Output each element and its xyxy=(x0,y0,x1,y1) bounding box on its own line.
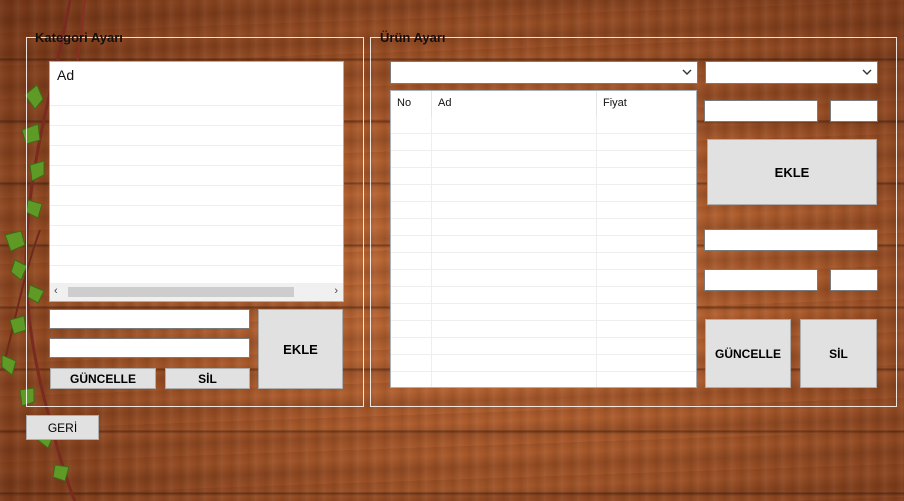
urun-sil-button[interactable]: SİL xyxy=(800,319,877,388)
scroll-right-icon[interactable]: › xyxy=(334,285,338,297)
urun-name-input[interactable] xyxy=(704,100,818,122)
urun-edit-name-input[interactable] xyxy=(704,269,818,291)
table-row xyxy=(391,236,696,253)
scroll-left-icon[interactable]: ‹ xyxy=(54,285,58,297)
urun-edit-category-input[interactable] xyxy=(704,229,878,251)
kategori-input-2[interactable] xyxy=(49,338,250,358)
table-row xyxy=(391,253,696,270)
urun-secondary-select[interactable] xyxy=(705,61,878,84)
scrollbar-thumb[interactable] xyxy=(68,287,294,297)
list-item xyxy=(50,86,343,106)
urun-group-title: Ürün Ayarı xyxy=(380,30,446,45)
table-row xyxy=(391,287,696,304)
list-item xyxy=(50,226,343,246)
kategori-list-header: Ad xyxy=(57,67,75,83)
table-row xyxy=(391,355,696,372)
urun-category-select[interactable] xyxy=(390,61,698,84)
urun-edit-price-input[interactable] xyxy=(830,269,878,291)
list-item xyxy=(50,186,343,206)
kategori-group-title: Kategori Ayarı xyxy=(35,30,123,45)
chevron-down-icon xyxy=(862,69,872,75)
urun-price-input[interactable] xyxy=(830,100,878,122)
table-row xyxy=(391,134,696,151)
column-header-no[interactable]: No xyxy=(391,91,432,117)
geri-button[interactable]: GERİ xyxy=(26,415,99,440)
table-row xyxy=(391,219,696,236)
list-item xyxy=(50,206,343,226)
table-row xyxy=(391,338,696,355)
table-row xyxy=(391,304,696,321)
table-row xyxy=(391,202,696,219)
list-item xyxy=(50,106,343,126)
horizontal-scrollbar[interactable]: ‹ › xyxy=(50,283,343,301)
list-item xyxy=(50,146,343,166)
kategori-guncelle-button[interactable]: GÜNCELLE xyxy=(50,368,156,389)
kategori-ekle-button[interactable]: EKLE xyxy=(258,309,343,389)
list-item xyxy=(50,166,343,186)
urun-guncelle-button[interactable]: GÜNCELLE xyxy=(705,319,791,388)
table-row xyxy=(391,151,696,168)
kategori-listview[interactable]: Ad ‹ › xyxy=(49,61,344,302)
table-row xyxy=(391,270,696,287)
table-row xyxy=(391,321,696,338)
table-row xyxy=(391,168,696,185)
kategori-input-1[interactable] xyxy=(49,309,250,329)
urun-ekle-button[interactable]: EKLE xyxy=(707,139,877,205)
list-item xyxy=(50,126,343,146)
column-header-ad[interactable]: Ad xyxy=(432,91,597,117)
column-header-fiyat[interactable]: Fiyat xyxy=(597,91,696,117)
chevron-down-icon xyxy=(682,69,692,75)
kategori-sil-button[interactable]: SİL xyxy=(165,368,250,389)
table-row xyxy=(391,117,696,134)
urun-grid[interactable]: No Ad Fiyat xyxy=(390,90,697,388)
table-row xyxy=(391,185,696,202)
list-item xyxy=(50,246,343,266)
